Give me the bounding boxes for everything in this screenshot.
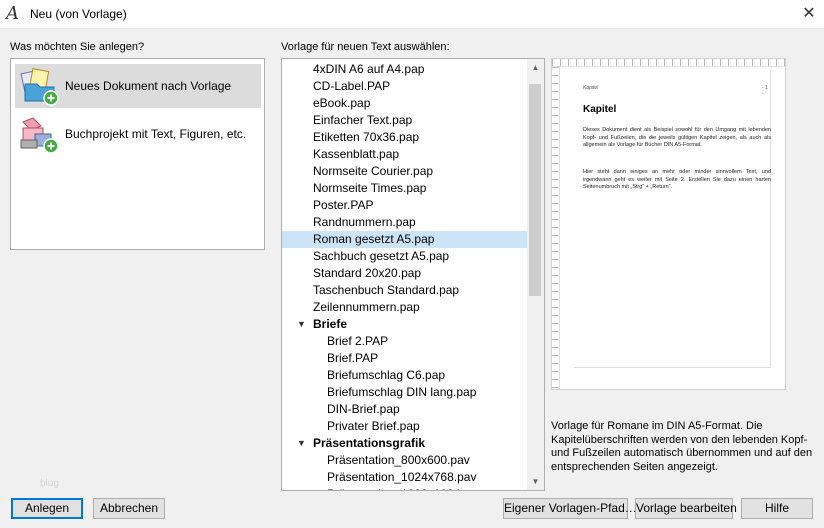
window-title: Neu (von Vorlage) [30,7,127,21]
preview-paragraph-1: Dieses Dokument dient als Beispiel sowoh… [583,127,771,149]
template-item-label: Standard 20x20.pap [313,266,422,280]
template-item-label: Einfacher Text.pap [313,113,413,127]
template-item[interactable]: Brief.PAP [282,350,527,367]
template-item-label: eBook.pap [313,96,371,110]
template-list-label: Vorlage für neuen Text auswählen: [281,41,450,53]
template-item[interactable]: eBook.pap [282,95,527,112]
template-item[interactable]: Briefumschlag C6.pap [282,367,527,384]
template-item[interactable]: Präsentation_800x600.pav [282,452,527,469]
template-item[interactable]: Präsentation_1024x768.pav [282,469,527,486]
preview-paragraph-2: Hier steht dann einiges an mehr oder min… [583,169,771,191]
template-preview: Kapitel - 1 - Kapitel Dieses Dokument di… [551,58,786,390]
template-item[interactable]: 4xDIN A6 auf A4.pap [282,61,527,78]
template-item-label: Normseite Times.pap [313,181,427,195]
template-item[interactable]: Normseite Courier.pap [282,163,527,180]
template-item[interactable]: Normseite Times.pap [282,180,527,197]
template-item-label: Präsentation_1280x1024.pav [327,486,483,490]
template-item-label: Briefe [313,317,348,331]
template-item[interactable]: Taschenbuch Standard.pap [282,282,527,299]
template-item-label: Briefumschlag C6.pap [327,368,446,382]
help-button[interactable]: Hilfe [741,498,813,519]
template-item-label: Privater Brief.pap [327,419,420,433]
template-item[interactable]: Standard 20x20.pap [282,265,527,282]
template-list[interactable]: 4xDIN A6 auf A4.pap CD-Label.PAP eBook.pap… [281,58,545,491]
template-item[interactable]: Kassenblatt.pap [282,146,527,163]
template-item[interactable]: Poster.PAP [282,197,527,214]
preview-page: Kapitel - 1 - Kapitel Dieses Dokument di… [574,69,771,368]
new-document-item[interactable]: Neues Dokument nach Vorlage [15,64,261,108]
template-item[interactable]: Sachbuch gesetzt A5.pap [282,248,527,265]
scroll-down-icon[interactable]: ▼ [527,473,544,490]
template-item-label: Zeilennummern.pap [313,300,420,314]
create-type-list: Neues Dokument nach Vorlage Buchprojekt … [10,58,265,250]
template-item-label: Brief 2.PAP [327,334,389,348]
template-item-label: Normseite Courier.pap [313,164,434,178]
app-logo-icon: A [6,3,19,24]
book-project-icon [20,117,59,154]
template-item-label: Brief.PAP [327,351,379,365]
create-button[interactable]: Anlegen [11,498,83,519]
preview-title: Kapitel [583,104,617,115]
template-item[interactable]: Privater Brief.pap [282,418,527,435]
new-document-label: Neues Dokument nach Vorlage [65,79,232,93]
chevron-down-icon[interactable]: ▼ [297,316,306,333]
template-item-label: DIN-Brief.pap [327,402,400,416]
book-project-label: Buchprojekt mit Text, Figuren, etc. [65,127,247,141]
cancel-button[interactable]: Abbrechen [93,498,165,519]
template-group[interactable]: ▼ Briefe [282,316,527,333]
template-item[interactable]: Etiketten 70x36.pap [282,129,527,146]
template-item[interactable]: DIN-Brief.pap [282,401,527,418]
template-item-label: Taschenbuch Standard.pap [313,283,460,297]
template-item-label: Etiketten 70x36.pap [313,130,420,144]
create-type-label: Was möchten Sie anlegen? [10,41,145,53]
template-item-label: Präsentationsgrafik [313,436,426,450]
template-item-label: 4xDIN A6 auf A4.pap [313,62,425,76]
template-item[interactable]: Zeilennummern.pap [282,299,527,316]
template-item-label: CD-Label.PAP [313,79,391,93]
own-template-path-button[interactable]: Eigener Vorlagen-Pfad… [503,498,637,519]
template-item-label: Randnummern.pap [313,215,416,229]
chevron-down-icon[interactable]: ▼ [297,435,306,452]
template-item[interactable]: Randnummern.pap [282,214,527,231]
title-bar: A Neu (von Vorlage) ✕ [0,0,824,29]
template-item[interactable]: Briefumschlag DIN lang.pap [282,384,527,401]
template-item[interactable]: Brief 2.PAP [282,333,527,350]
scrollbar-thumb[interactable] [529,84,541,296]
template-item[interactable]: Roman gesetzt A5.pap [282,231,527,248]
template-list-scrollbar[interactable]: ▲ ▼ [527,59,544,490]
template-item-label: Kassenblatt.pap [313,147,400,161]
template-item-label: Präsentation_800x600.pav [327,453,470,467]
template-description: Vorlage für Romane im DIN A5-Format. Die… [551,420,813,473]
template-item-label: Briefumschlag DIN lang.pap [327,385,477,399]
watermark-text: blog [40,478,59,489]
scroll-up-icon[interactable]: ▲ [527,59,544,76]
template-item[interactable]: Präsentation_1280x1024.pav [282,486,527,490]
template-group[interactable]: ▼ Präsentationsgrafik [282,435,527,452]
template-item[interactable]: Einfacher Text.pap [282,112,527,129]
book-project-item[interactable]: Buchprojekt mit Text, Figuren, etc. [15,112,261,156]
close-button[interactable]: ✕ [794,0,824,28]
template-item-label: Poster.PAP [313,198,374,212]
close-icon: ✕ [802,5,816,22]
new-document-icon [20,68,59,106]
preview-header-left: Kapitel [583,85,599,91]
ruler-vertical [552,67,560,389]
template-item-label: Präsentation_1024x768.pav [327,470,477,484]
template-item[interactable]: CD-Label.PAP [282,78,527,95]
template-item-label: Sachbuch gesetzt A5.pap [313,249,450,263]
preview-header-right: - 1 - [762,85,768,97]
ruler-horizontal [552,59,785,67]
template-item-label: Roman gesetzt A5.pap [313,232,435,246]
edit-template-button[interactable]: Vorlage bearbeiten [635,498,737,519]
